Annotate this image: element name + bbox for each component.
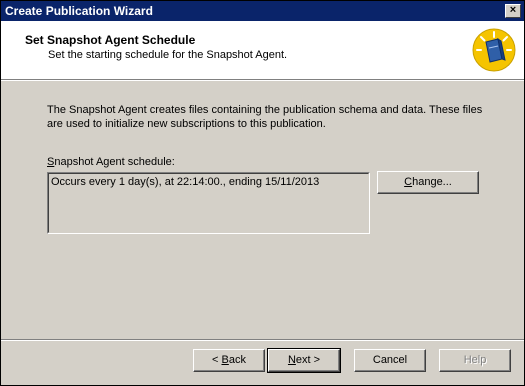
wizard-window: Create Publication Wizard × Set Snapshot… [0,0,525,386]
change-button-text: hange... [412,176,452,188]
schedule-label: Snapshot Agent schedule: [47,156,175,168]
window-title: Create Publication Wizard [5,4,153,18]
wizard-book-icon [472,28,516,72]
change-button[interactable]: Change... [377,171,479,194]
wizard-header: Set Snapshot Agent Schedule Set the star… [1,21,524,81]
back-button-text: ack [228,354,246,366]
back-button-mnemonic: B [221,354,229,366]
schedule-field[interactable]: Occurs every 1 day(s), at 22:14:00., end… [47,172,370,234]
back-button[interactable]: < Back [193,349,265,372]
next-button-text: ext > [295,354,321,366]
close-icon: × [509,4,517,16]
page-subtitle: Set the starting schedule for the Snapsh… [48,49,288,61]
footer-divider [1,339,524,341]
cancel-button[interactable]: Cancel [354,349,426,372]
page-title: Set Snapshot Agent Schedule [25,33,196,47]
next-button[interactable]: Next > [267,348,341,373]
schedule-label-text: napshot Agent schedule: [54,156,175,168]
next-button-mnemonic: N [287,354,296,366]
schedule-value: Occurs every 1 day(s), at 22:14:00., end… [48,173,369,233]
back-button-prefix: < [212,354,222,366]
title-bar[interactable]: Create Publication Wizard × [1,1,524,21]
close-button[interactable]: × [505,4,521,18]
intro-text: The Snapshot Agent creates files contain… [47,104,483,130]
change-button-mnemonic: C [404,176,413,188]
help-button[interactable]: Help [439,349,511,372]
